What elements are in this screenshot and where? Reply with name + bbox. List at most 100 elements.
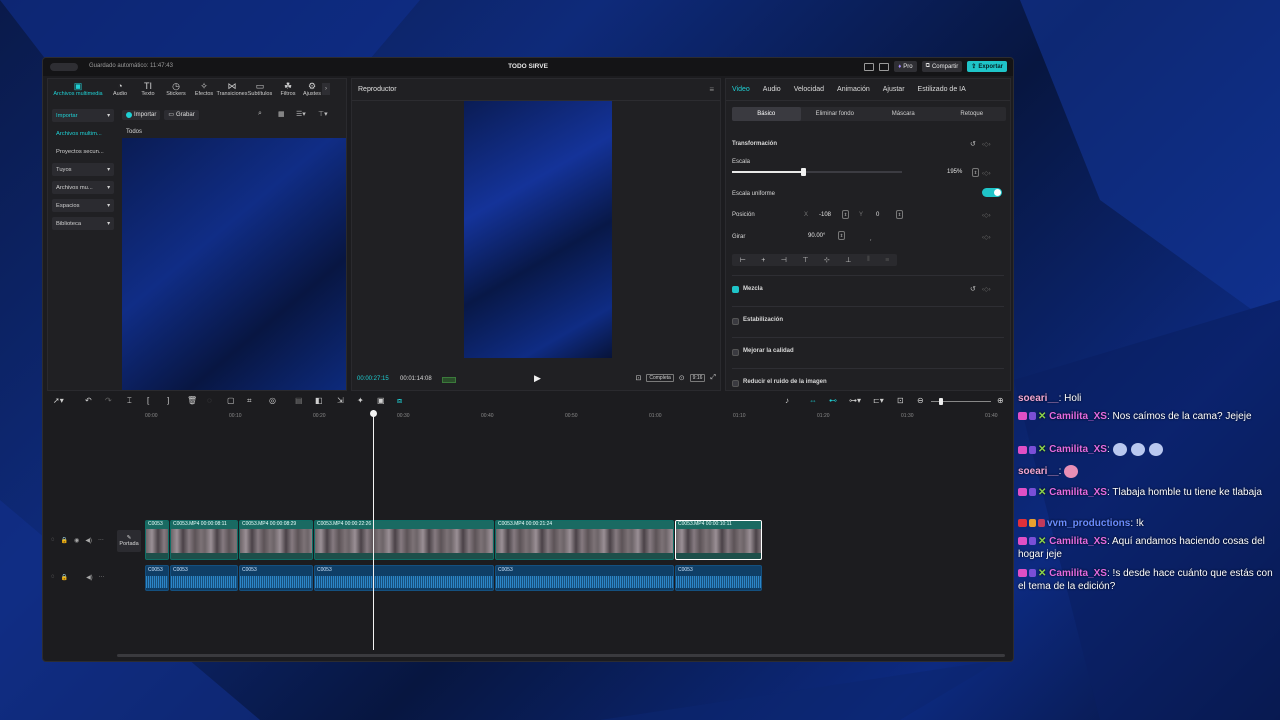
audio-clip[interactable]: C0053 — [170, 565, 238, 591]
scale-slider[interactable] — [732, 168, 902, 176]
tool-audio[interactable]: ◔ Audio — [106, 79, 134, 97]
ratio-dropdown[interactable]: 9:16 — [689, 374, 706, 382]
filter-icon[interactable]: ⊤▾ — [318, 110, 328, 118]
scale-slider-knob[interactable] — [801, 168, 807, 176]
audio-clip[interactable]: C0053 — [675, 565, 762, 591]
play-icon[interactable]: ▶ — [534, 373, 541, 384]
layout-icon[interactable] — [864, 62, 875, 71]
timeline-ruler[interactable]: 00:00 00:10 00:20 00:30 00:40 00:50 01:0… — [143, 411, 1009, 421]
align-middle-icon[interactable]: ⊹ — [824, 256, 830, 264]
sidebar-item-library[interactable]: Biblioteca ▾ — [52, 217, 114, 230]
split-icon[interactable]: ⌶ — [127, 396, 132, 406]
keyframe-icon[interactable]: ‹◇› — [982, 234, 991, 241]
keyframe-icon[interactable]: ‹◇› — [982, 212, 991, 219]
noise-checkbox[interactable] — [732, 380, 739, 387]
video-preview[interactable] — [464, 101, 612, 358]
speaker-icon[interactable]: ◀) — [85, 537, 92, 544]
video-clip-selected[interactable]: C0053.MP4 00:00:10:11 — [675, 520, 762, 560]
tab-speed[interactable]: Velocidad — [794, 86, 824, 93]
lock-icon[interactable]: 🔒 — [61, 574, 68, 581]
align-bottom-icon[interactable]: ⊥ — [845, 256, 851, 264]
position-x-input[interactable]: -108 — [819, 212, 831, 218]
video-clip[interactable]: C0053.MP4 00:00:08:29 — [239, 520, 313, 560]
tool-media[interactable]: ▣ Archivos multimedia — [50, 79, 106, 97]
sort-icon[interactable]: ☰▾ — [296, 110, 306, 118]
lock-icon[interactable]: 🔒 — [61, 537, 68, 544]
subtab-remove-bg[interactable]: Eliminar fondo — [801, 107, 870, 121]
track-effect-icon[interactable]: ◌ — [51, 537, 55, 544]
tab-animation[interactable]: Animación — [837, 86, 870, 93]
tab-adjust[interactable]: Ajustar — [883, 86, 905, 93]
audio-clip[interactable]: C0053 — [145, 565, 169, 591]
magic-icon[interactable]: ✦ — [357, 396, 364, 405]
video-clip[interactable]: C0053.MP4 00:00:08:11 — [170, 520, 238, 560]
audio-clip[interactable]: C0053 — [495, 565, 674, 591]
more-icon[interactable]: ··· — [99, 574, 105, 581]
grid-view-icon[interactable]: ▦ — [278, 110, 285, 118]
align-right-icon[interactable]: ⊣ — [781, 256, 787, 264]
rotate-stepper[interactable]: ⇕ — [838, 231, 845, 240]
sidebar-item-media-files-2[interactable]: Archivos mu... ▾ — [52, 181, 114, 194]
record-button[interactable]: ▭ Grabar — [164, 109, 199, 120]
video-clip[interactable]: C0053 — [145, 520, 169, 560]
trim-left-icon[interactable]: [ — [147, 396, 149, 405]
tool-subtitles[interactable]: ▭ Subtítulos — [246, 79, 274, 97]
position-y-stepper[interactable]: ⇕ — [896, 210, 903, 219]
quality-label[interactable]: Mejorar la calidad — [743, 348, 794, 354]
keyframe-icon[interactable]: ‹◇› — [982, 170, 991, 177]
timeline-scrollbar[interactable] — [117, 654, 1005, 657]
keyframe-icon[interactable]: ‹◇› — [982, 286, 991, 293]
fullscreen-icon[interactable]: ⤢ — [710, 374, 716, 382]
freeze-icon[interactable]: ▢ — [227, 396, 235, 405]
import-button[interactable]: Importar — [122, 109, 161, 120]
tool-adjust[interactable]: ⚙ Ajustes — [302, 79, 322, 97]
position-x-stepper[interactable]: ⇕ — [842, 210, 849, 219]
menu-icon[interactable]: ≡ — [709, 85, 714, 94]
zoom-in-icon[interactable]: ⊕ — [997, 396, 1004, 405]
screen-icon[interactable]: ▣ — [377, 396, 385, 405]
snapshot-icon[interactable]: ⊙ — [679, 374, 685, 382]
tool-text[interactable]: TI Texto — [134, 79, 162, 97]
auto-reframe-icon[interactable]: ⇲ — [337, 396, 344, 405]
audio-clip[interactable]: C0053 — [239, 565, 313, 591]
tool-effects[interactable]: ✧ Efectos — [190, 79, 218, 97]
tab-audio[interactable]: Audio — [763, 86, 781, 93]
sidebar-item-spaces[interactable]: Espacios ▾ — [52, 199, 114, 212]
rotate-input[interactable]: 90.00° — [808, 233, 825, 239]
sidebar-item-media-files[interactable]: Archivos multim... — [52, 127, 114, 140]
cover-button[interactable]: ✎ Portada — [117, 530, 141, 552]
scale-stepper[interactable]: ⇕ — [972, 168, 979, 177]
sidebar-item-secondary-projects[interactable]: Proyectos secun... — [52, 145, 114, 158]
select-tool-icon[interactable]: ➚▾ — [53, 396, 64, 405]
speaker-icon[interactable]: ◀) — [86, 574, 93, 581]
tab-ai-style[interactable]: Estilizado de IA — [918, 86, 966, 93]
more-icon[interactable]: ··· — [98, 537, 104, 544]
chevron-right-icon[interactable]: › — [322, 83, 330, 95]
sidebar-item-import[interactable]: Importar ▾ — [52, 109, 114, 122]
subtab-basic[interactable]: Básico — [732, 107, 801, 121]
subtab-mask[interactable]: Máscara — [869, 107, 938, 121]
align-center-icon[interactable]: + — [761, 257, 765, 264]
mask-icon[interactable]: ◌ — [207, 396, 212, 405]
mirror-icon[interactable]: ◧ — [315, 396, 323, 405]
align-left-icon[interactable]: ⊢ — [740, 256, 746, 264]
link-icon[interactable]: ⇔ — [809, 396, 817, 405]
magnet-icon[interactable]: ⊷ — [829, 396, 837, 405]
crop-icon[interactable]: ⊡ — [636, 374, 642, 382]
distribute-v-icon[interactable]: ≡ — [885, 257, 889, 264]
tool-stickers[interactable]: ◷ Stickers — [162, 79, 190, 97]
keyframe-icon[interactable]: ‹◇› — [982, 141, 991, 148]
flip-icon[interactable]: ⸴ — [870, 235, 872, 243]
eye-icon[interactable]: ◉ — [74, 537, 79, 544]
speed-icon[interactable]: ◎ — [269, 396, 276, 405]
crop-icon[interactable]: ⌗ — [247, 396, 252, 406]
pro-button[interactable]: ♦ Pro — [894, 61, 917, 72]
blend-checkbox[interactable] — [732, 286, 739, 293]
blend-label[interactable]: Mezcla — [743, 286, 763, 292]
tab-video[interactable]: Video — [732, 86, 750, 93]
align-top-icon[interactable]: ⊤ — [802, 256, 808, 264]
quality-checkbox[interactable] — [732, 349, 739, 356]
track-effect-icon[interactable]: ◌ — [51, 574, 55, 581]
stabilize-checkbox[interactable] — [732, 318, 739, 325]
redo-icon[interactable]: ↷ — [105, 396, 112, 405]
